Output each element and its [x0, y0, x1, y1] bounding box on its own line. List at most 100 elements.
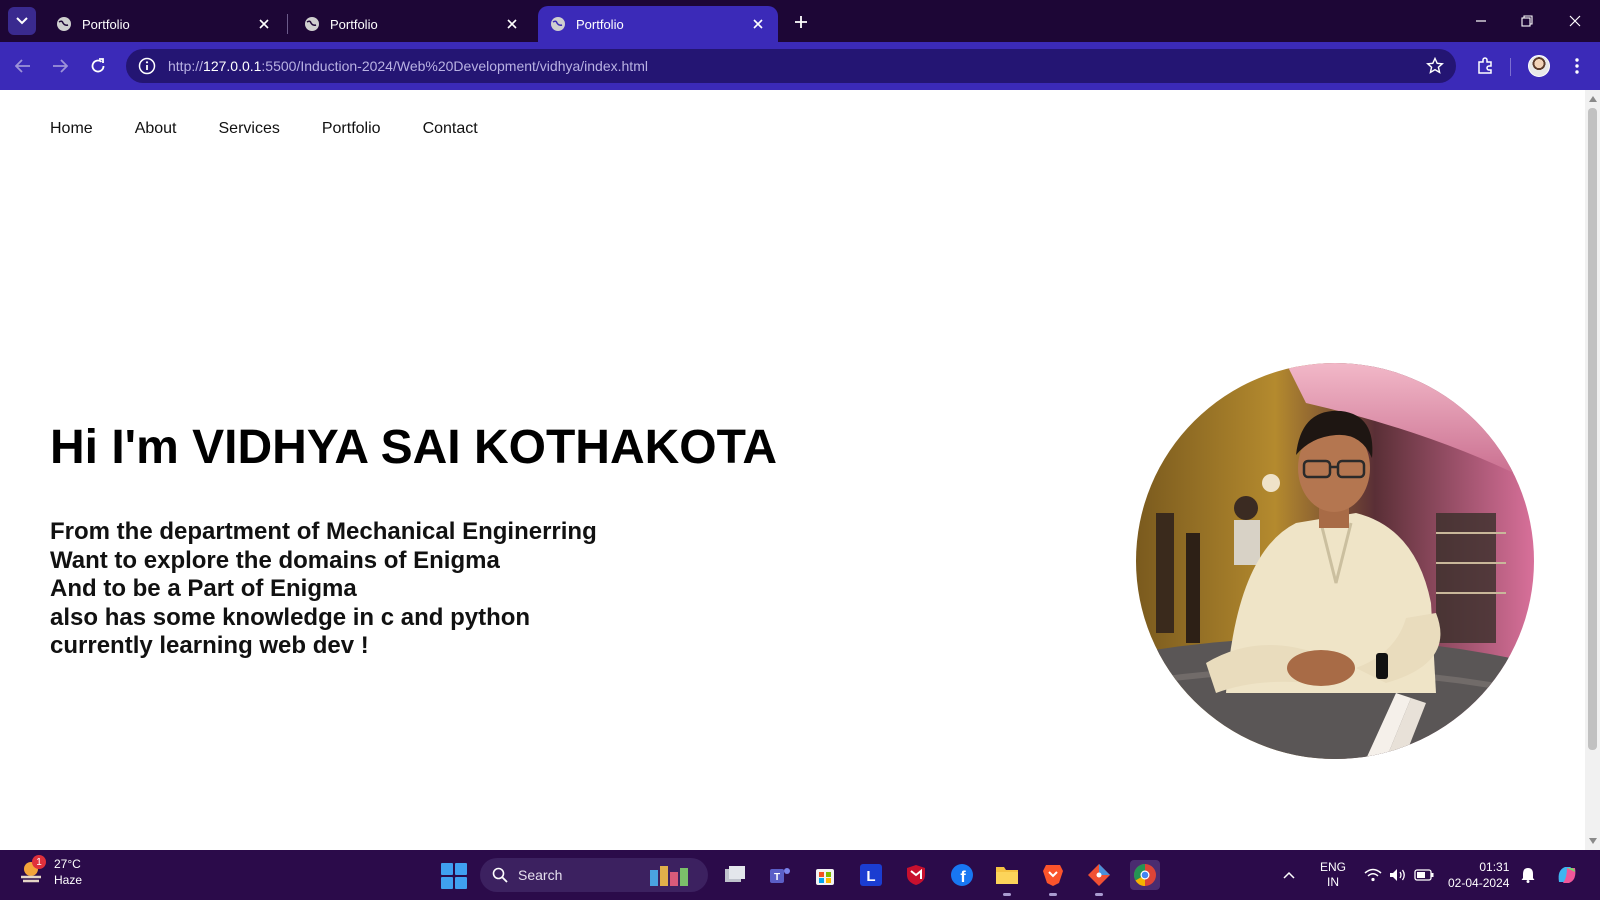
microsoft-store-app[interactable] [810, 860, 840, 890]
weather-widget[interactable]: 1 27°C Haze [18, 855, 82, 888]
facebook-app[interactable]: f [947, 860, 977, 890]
hero-line: currently learning web dev ! [50, 632, 369, 659]
tab-close-button[interactable] [504, 16, 520, 32]
page-scrollbar[interactable] [1585, 90, 1600, 850]
brave-lion-icon [1043, 865, 1063, 886]
address-bar[interactable]: http://127.0.0.1:5500/Induction-2024/Web… [126, 49, 1456, 83]
taskbar-search[interactable]: Search [480, 858, 708, 892]
chrome-app[interactable] [1130, 860, 1160, 890]
nav-link-services[interactable]: Services [219, 120, 280, 138]
search-highlight-icon [650, 866, 688, 886]
close-icon [507, 19, 517, 29]
minimize-icon [1476, 20, 1486, 22]
profile-photo-illustration [1136, 363, 1534, 759]
mcafee-app[interactable] [901, 860, 931, 890]
windows-logo-tile [441, 863, 453, 875]
close-window-button[interactable] [1560, 8, 1590, 34]
tab-close-button[interactable] [256, 16, 272, 32]
lenovo-l-icon: L [860, 864, 882, 886]
scrollbar-thumb[interactable] [1588, 108, 1597, 750]
clock-date: 02-04-2024 [1448, 876, 1510, 890]
task-view-button[interactable] [720, 860, 750, 890]
chrome-icon [1134, 864, 1156, 886]
puzzle-icon [1478, 57, 1492, 74]
search-label: Search [518, 867, 563, 883]
reload-button[interactable] [84, 52, 112, 80]
browser-tab-2[interactable]: Portfolio [292, 6, 532, 42]
folder-icon [996, 867, 1018, 884]
url-text: http://127.0.0.1:5500/Induction-2024/Web… [168, 58, 648, 74]
language-indicator[interactable]: ENG IN [1320, 850, 1346, 900]
nav-link-home[interactable]: Home [50, 120, 93, 138]
restore-button[interactable] [1512, 8, 1542, 34]
hero-line: also has some knowledge in c and python [50, 603, 531, 631]
windows-logo-tile [441, 877, 453, 889]
restore-icon [1521, 15, 1533, 27]
globe-icon [305, 17, 319, 31]
site-info-icon[interactable] [138, 57, 156, 75]
tab-title: Portfolio [576, 16, 624, 32]
teams-icon: T [770, 868, 790, 883]
triangle-down-icon [1588, 837, 1597, 844]
weather-temperature: 27°C [54, 857, 81, 871]
file-explorer-app[interactable] [992, 860, 1022, 896]
tab-search-button[interactable] [8, 7, 36, 35]
extensions-button[interactable] [1471, 52, 1499, 80]
bookmark-star-icon[interactable] [1426, 57, 1444, 75]
lenovo-app[interactable]: L [856, 860, 886, 890]
search-icon [492, 867, 508, 883]
profile-button[interactable] [1525, 52, 1553, 80]
new-tab-button[interactable] [790, 11, 812, 33]
hero-line: And to be a Part of Enigma [50, 575, 357, 602]
profile-photo [1136, 363, 1534, 759]
globe-icon [551, 17, 565, 31]
scroll-up-arrow[interactable] [1588, 94, 1597, 103]
weather-haze-icon: 1 [18, 855, 46, 885]
svg-text:f: f [960, 869, 966, 886]
volume-control[interactable] [1389, 850, 1407, 900]
teams-app[interactable]: T [765, 860, 795, 890]
show-hidden-icons-button[interactable] [1283, 850, 1295, 900]
tab-separator [287, 14, 288, 34]
nav-link-portfolio[interactable]: Portfolio [322, 120, 381, 138]
globe-icon [57, 17, 71, 31]
system-clock[interactable]: 01:31 02-04-2024 [1448, 850, 1509, 900]
hero-title: Hi I'm VIDHYA SAI KOTHAKOTA [50, 421, 778, 474]
back-button[interactable] [9, 52, 37, 80]
nav-link-about[interactable]: About [135, 120, 177, 138]
battery-status[interactable] [1414, 850, 1434, 900]
brave-browser-app[interactable] [1038, 860, 1068, 896]
clock-time: 01:31 [1479, 860, 1510, 874]
site-navigation: Home About Services Portfolio Contact [50, 120, 520, 138]
hero-description: From the department of Mechanical Engine… [50, 518, 597, 661]
scroll-down-arrow[interactable] [1588, 836, 1597, 845]
browser-tab-1[interactable]: Portfolio [44, 6, 284, 42]
speaker-icon [1390, 869, 1405, 881]
arrow-right-icon [53, 59, 68, 73]
windows-logo-tile [455, 877, 467, 889]
tab-close-button[interactable] [750, 16, 766, 32]
region-code: IN [1327, 875, 1339, 889]
windows-taskbar: 1 27°C Haze Search T L f ENG IN 01:31 02… [0, 850, 1600, 900]
nav-link-contact[interactable]: Contact [423, 120, 478, 138]
hero-line: From the department of Mechanical Engine… [50, 518, 597, 545]
browser-tab-3-active[interactable]: Portfolio [538, 6, 778, 42]
copilot-button[interactable] [1554, 850, 1580, 900]
minimize-button[interactable] [1466, 8, 1496, 34]
start-button[interactable] [441, 863, 467, 889]
svg-text:T: T [774, 872, 780, 883]
close-icon [753, 19, 763, 29]
facebook-icon: f [951, 864, 973, 886]
notifications-button[interactable] [1521, 850, 1535, 900]
network-status[interactable] [1364, 850, 1382, 900]
browser-toolbar: http://127.0.0.1:5500/Induction-2024/Web… [0, 42, 1600, 90]
wifi-icon [1364, 868, 1382, 882]
reload-icon [91, 58, 105, 73]
plus-icon [795, 16, 807, 28]
browser-menu-button[interactable] [1563, 52, 1591, 80]
store-icon [816, 869, 834, 885]
arrow-left-icon [15, 59, 30, 73]
git-app[interactable] [1084, 860, 1114, 896]
avatar [1528, 55, 1550, 77]
forward-button[interactable] [46, 52, 74, 80]
